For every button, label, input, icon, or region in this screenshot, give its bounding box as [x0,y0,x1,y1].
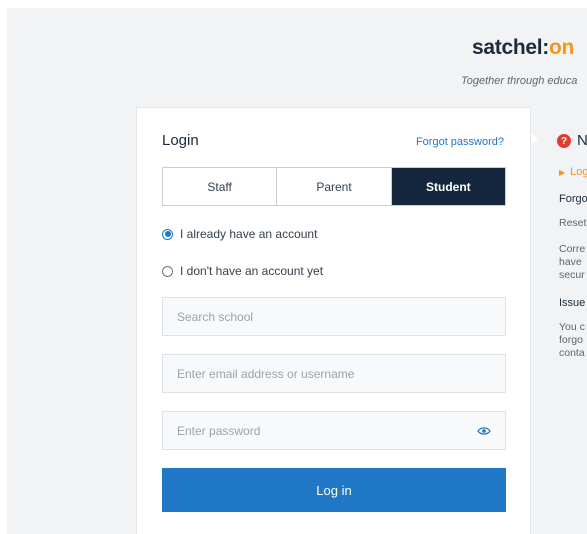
school-search-input[interactable] [177,309,491,324]
radio-new-account[interactable]: I don't have an account yet [162,264,323,278]
caret-right-icon: ▶ [559,168,566,177]
role-tabs: Staff Parent Student [162,167,506,206]
brand-name-main: satchel: [472,36,549,59]
help-link[interactable]: ▶ Log [559,166,587,178]
email-input[interactable] [177,366,491,381]
eye-icon[interactable] [477,426,491,436]
radio-new-account-label: I don't have an account yet [180,264,324,278]
question-icon: ? [557,134,571,148]
help-section1-heading: Forgo [559,193,587,205]
radio-unchecked-icon[interactable] [162,265,173,277]
page-background: satchel:on Together through educa Login … [7,8,587,534]
brand-logo: satchel:on [472,36,574,60]
help-section2-line: You c [559,321,585,333]
school-search-field [162,297,506,336]
help-section1-line: have [559,256,582,268]
help-section1-line: secur [559,269,585,281]
tab-staff[interactable]: Staff [163,168,278,205]
help-panel-notch [531,131,538,147]
brand-name-accent: on [548,36,575,59]
help-section1-line: Corre [559,243,586,255]
email-field [162,354,506,393]
radio-existing-account[interactable]: I already have an account [162,227,317,241]
help-section2-line: conta [559,347,585,359]
help-title: N [577,132,587,149]
help-link-label: Log [570,166,587,178]
help-section1-line: Reset [559,217,587,229]
viewport: satchel:on Together through educa Login … [0,0,587,534]
login-button[interactable]: Log in [162,468,506,512]
tab-parent[interactable]: Parent [277,168,392,205]
password-input[interactable] [177,423,471,438]
help-section2-line: forgo [559,334,583,346]
login-card: Login Forgot password? Staff Parent Stud… [136,107,531,534]
brand-tagline: Together through educa [461,75,578,87]
login-heading: Login [162,132,199,149]
help-section2-heading: Issue [559,297,586,309]
help-panel: ? N ▶ Log Forgo Reset Corre have secur Is… [530,107,587,534]
tab-student[interactable]: Student [391,168,505,205]
radio-checked-icon[interactable] [162,228,173,240]
password-field [162,411,506,450]
radio-existing-account-label: I already have an account [180,227,318,241]
forgot-password-link[interactable]: Forgot password? [416,136,504,148]
